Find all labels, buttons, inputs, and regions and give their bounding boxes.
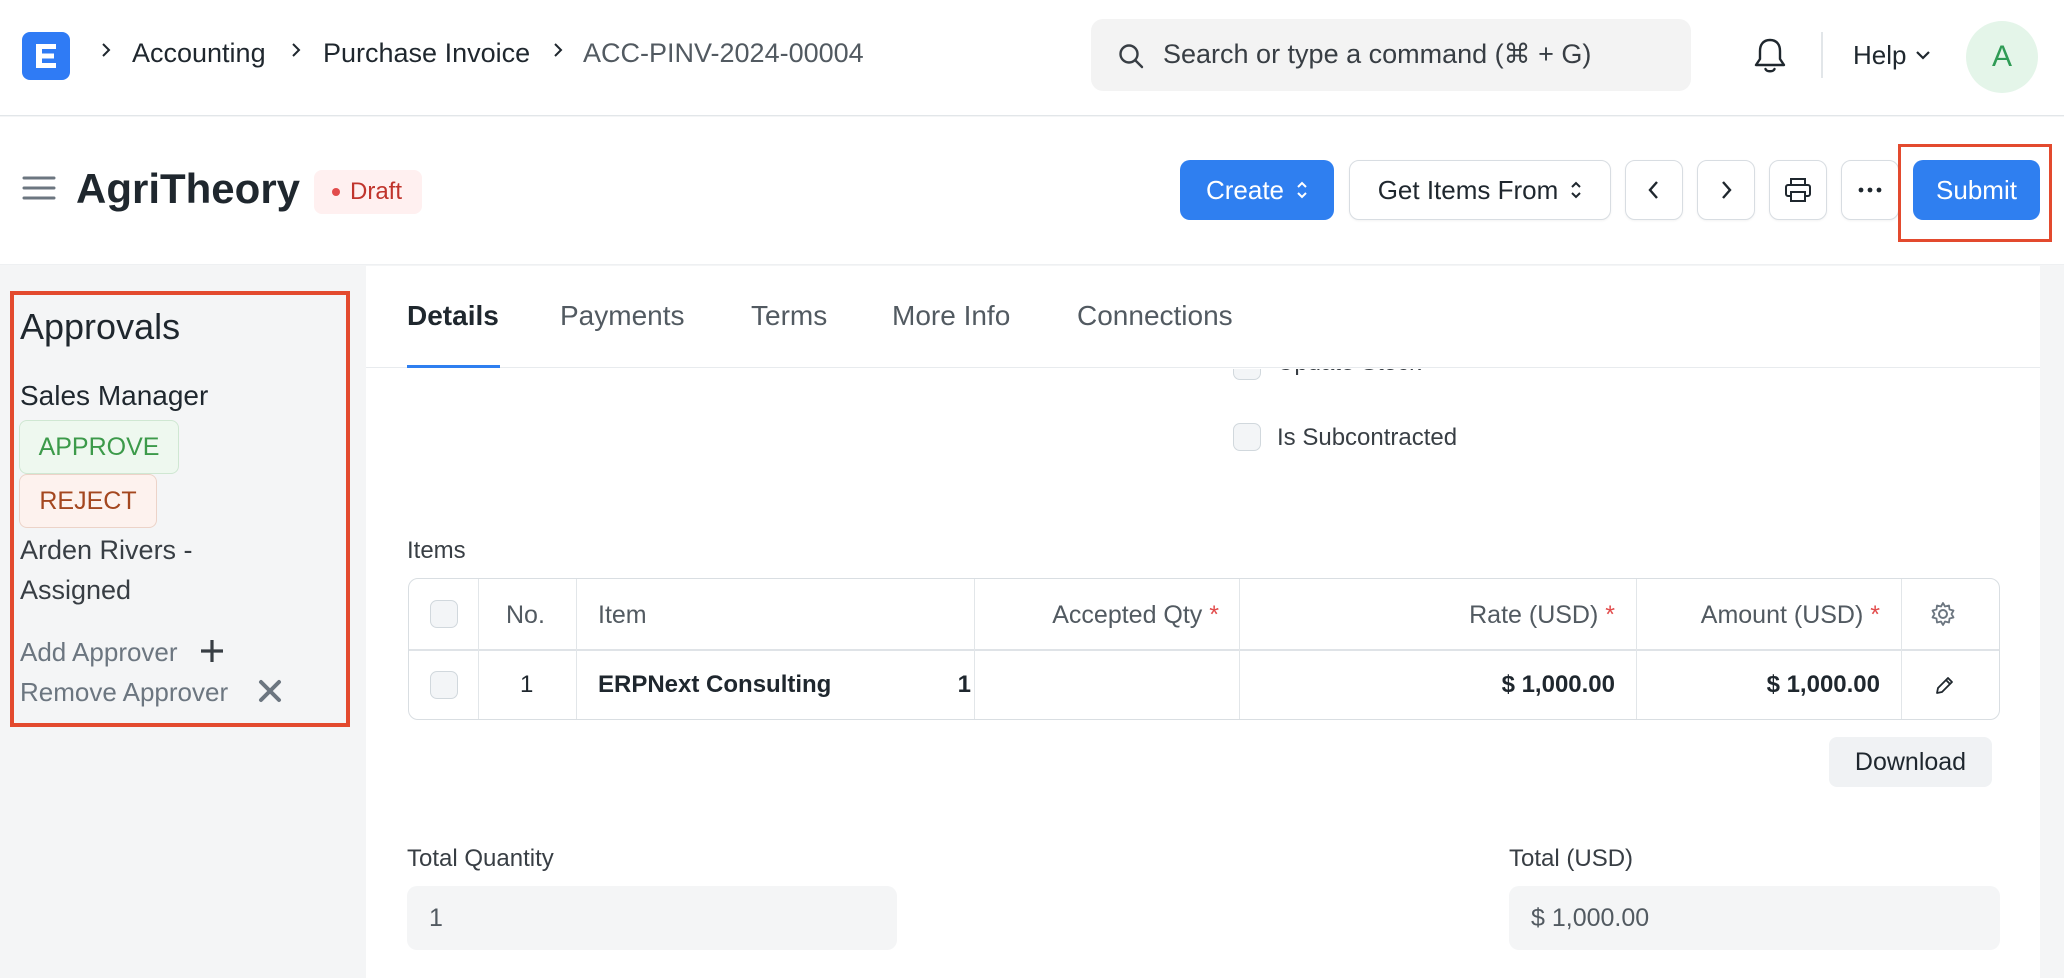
row-amount[interactable]: $ 1,000.00 (1767, 671, 1880, 699)
get-items-from-button[interactable]: Get Items From (1349, 160, 1611, 220)
chevron-right-icon (292, 43, 301, 57)
tab-terms[interactable]: Terms (751, 300, 827, 332)
create-button[interactable]: Create (1180, 160, 1334, 220)
remove-approver-link[interactable]: Remove Approver (20, 677, 228, 708)
is-subcontracted-checkbox[interactable] (1233, 423, 1261, 451)
submit-highlight-box (1898, 144, 2052, 242)
col-no: No. (506, 601, 545, 629)
tab-payments[interactable]: Payments (560, 300, 685, 332)
search-icon (1119, 44, 1144, 69)
chevron-right-icon (554, 43, 563, 57)
get-items-label: Get Items From (1377, 174, 1559, 205)
notification-bell-icon[interactable] (1752, 36, 1788, 76)
is-subcontracted-label: Is Subcontracted (1277, 424, 1458, 451)
search-bar[interactable]: Search or type a command (⌘ + G) (1091, 19, 1691, 91)
col-amount: Amount (USD) * (1700, 601, 1880, 629)
help-menu[interactable]: Help (1853, 40, 1906, 71)
logo-e-icon (36, 44, 56, 68)
tab-more-info[interactable]: More Info (892, 300, 1010, 332)
previous-doc-button[interactable] (1625, 160, 1683, 220)
status-text: Draft (350, 178, 403, 205)
assignee-status: Arden Rivers - Assigned (20, 535, 193, 605)
select-arrows-icon (1297, 181, 1307, 199)
add-approver-link[interactable]: Add Approver (20, 637, 178, 668)
chevron-right-icon (102, 43, 111, 57)
row-rate[interactable]: $ 1,000.00 (1502, 671, 1615, 699)
sidebar-toggle-icon[interactable] (22, 174, 56, 202)
total-usd-label: Total (USD) (1509, 845, 1634, 872)
edit-pencil-icon[interactable] (1933, 675, 1955, 697)
next-doc-button[interactable] (1697, 160, 1755, 220)
table-header-divider (409, 649, 1999, 651)
update-stock-field-clipped: Update Stock (1220, 369, 1620, 381)
total-usd-field[interactable]: $ 1,000.00 (1509, 886, 2000, 950)
close-icon[interactable] (258, 679, 282, 703)
status-dot-icon (332, 188, 340, 196)
approver-role: Sales Manager (20, 380, 209, 411)
breadcrumb-purchase-invoice[interactable]: Purchase Invoice (323, 38, 530, 69)
items-table: No. Item Accepted Qty * Rate (USD) * Amo… (408, 578, 2000, 720)
approve-button[interactable]: APPROVE (19, 420, 179, 474)
gear-icon[interactable] (1930, 601, 1956, 627)
chevron-down-icon[interactable] (1914, 48, 1932, 62)
download-button[interactable]: Download (1829, 737, 1992, 787)
ellipsis-icon (1858, 187, 1882, 193)
approvals-title: Approvals (20, 306, 181, 347)
reject-button[interactable]: REJECT (19, 474, 157, 528)
breadcrumb-invoice-id[interactable]: ACC-PINV-2024-00004 (583, 38, 864, 69)
page-head: AgriTheory Draft Create Get Items From S… (0, 117, 2064, 265)
total-quantity-field[interactable]: 1 (407, 886, 897, 950)
col-item: Item (598, 601, 647, 629)
print-button[interactable] (1769, 160, 1827, 220)
row-checkbox[interactable] (430, 671, 458, 699)
update-stock-checkbox[interactable] (1233, 369, 1261, 380)
erpnext-logo[interactable] (22, 32, 70, 80)
col-rate: Rate (USD) * (1469, 601, 1615, 629)
user-avatar[interactable]: A (1966, 21, 2038, 93)
row-item[interactable]: ERPNext Consulting (598, 671, 831, 699)
nav-divider (1821, 32, 1823, 78)
select-all-checkbox[interactable] (430, 600, 458, 628)
create-label: Create (1205, 174, 1285, 205)
printer-icon (1785, 178, 1811, 202)
search-placeholder: Search or type a command (⌘ + G) (1163, 39, 1592, 69)
total-quantity-label: Total Quantity (407, 845, 554, 872)
tab-connections[interactable]: Connections (1077, 300, 1233, 332)
row-qty[interactable]: 1 (958, 671, 971, 699)
select-arrows-icon (1571, 181, 1581, 199)
active-tab-indicator (407, 365, 500, 368)
tab-details[interactable]: Details (407, 300, 499, 332)
more-actions-button[interactable] (1841, 160, 1899, 220)
chevron-right-icon (1722, 181, 1732, 199)
status-badge: Draft (314, 170, 423, 214)
update-stock-label: Update Stock (1277, 369, 1421, 377)
chevron-left-icon (1648, 181, 1658, 199)
col-accepted-qty: Accepted Qty * (1052, 601, 1219, 629)
breadcrumb-accounting[interactable]: Accounting (132, 38, 266, 69)
plus-icon[interactable] (199, 638, 225, 664)
page-title: AgriTheory (76, 165, 301, 212)
navbar: Accounting Purchase Invoice ACC-PINV-202… (0, 0, 2064, 116)
row-no: 1 (520, 671, 534, 698)
items-label: Items (407, 537, 466, 564)
